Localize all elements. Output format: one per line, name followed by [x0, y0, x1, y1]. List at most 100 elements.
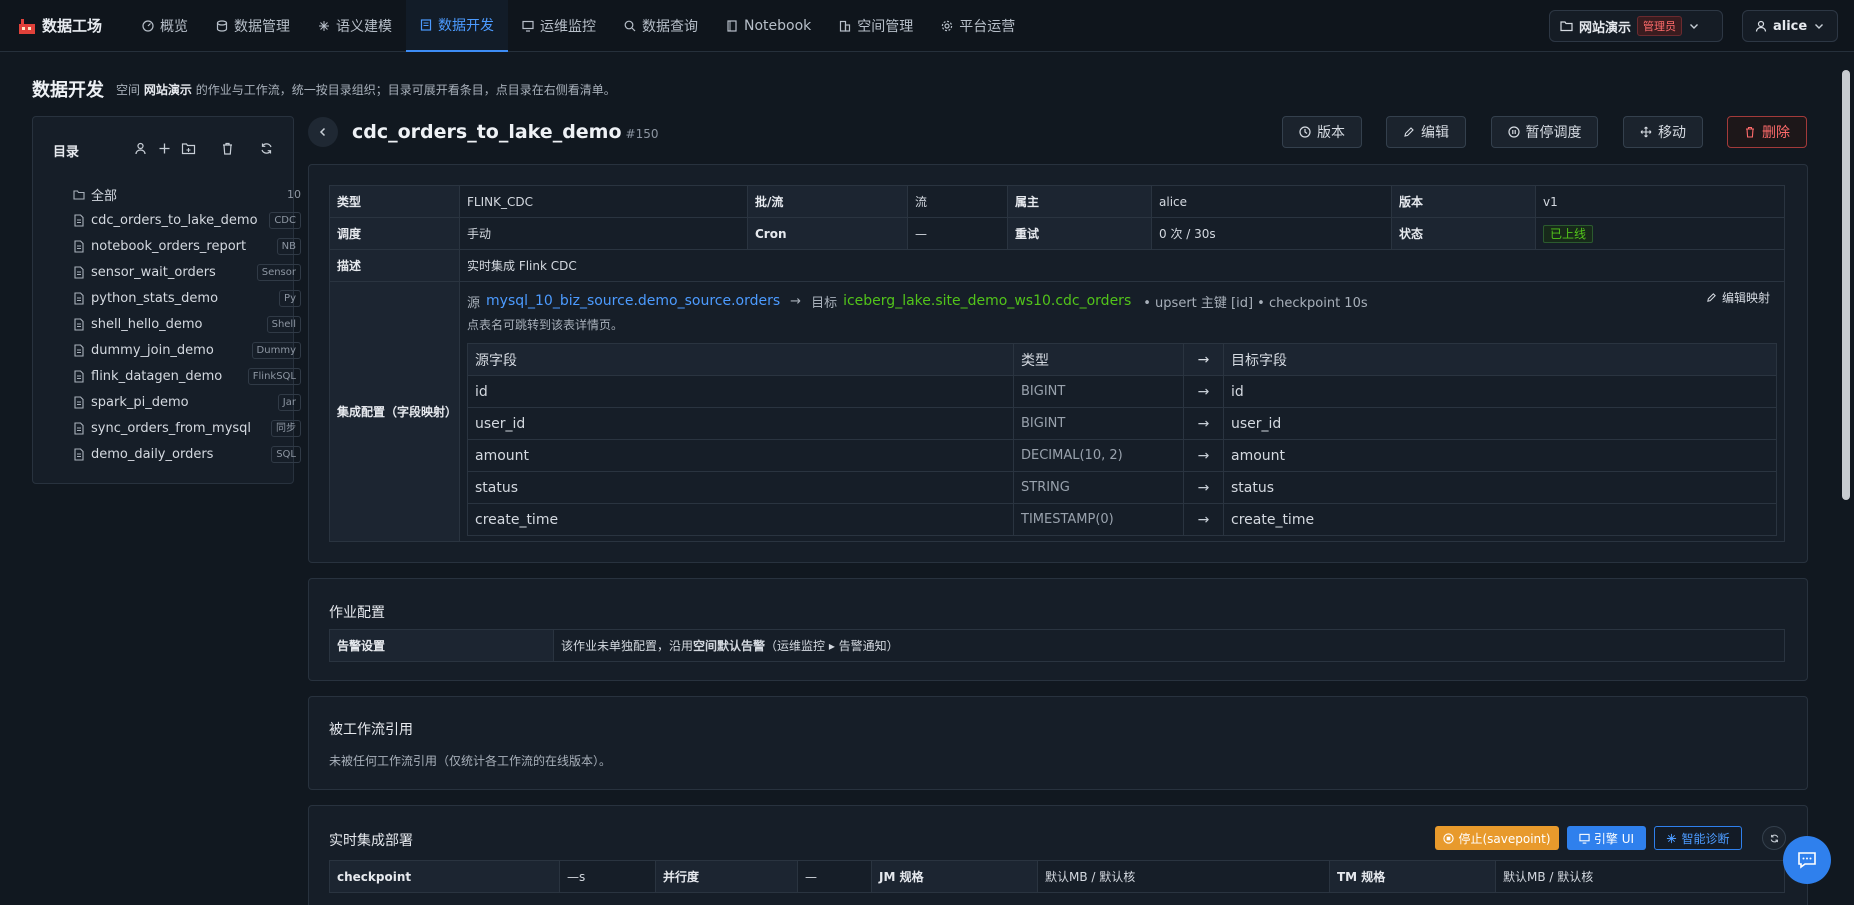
- arrow: →: [790, 293, 802, 309]
- version-button[interactable]: 版本: [1282, 116, 1362, 148]
- plus-icon[interactable]: [157, 141, 172, 156]
- tree-item-label: sync_orders_from_mysql: [91, 420, 252, 436]
- target-table-link[interactable]: iceberg_lake.site_demo_ws10.cdc_orders: [843, 293, 1131, 309]
- field-label: 描述: [329, 249, 460, 282]
- brand[interactable]: 数据工场: [0, 15, 128, 36]
- nav-item-overview[interactable]: 概览: [128, 0, 202, 52]
- button-label: 版本: [1317, 125, 1345, 141]
- scrollbar-thumb[interactable]: [1842, 70, 1850, 500]
- gauge-icon: [142, 19, 154, 32]
- refresh-button[interactable]: [1762, 826, 1786, 850]
- card-title: 被工作流引用: [329, 722, 413, 738]
- pencil-icon: [1404, 127, 1414, 137]
- deploy-table: checkpoint —s 并行度 — JM 规格 默认MB / 默认核 TM …: [329, 860, 1785, 893]
- field-label: checkpoint: [329, 860, 560, 893]
- pencil-icon: [1707, 293, 1716, 302]
- nav-item-data-development[interactable]: 数据开发: [406, 0, 508, 52]
- stop-savepoint-button[interactable]: 停止(savepoint): [1435, 826, 1559, 850]
- source-field: status: [467, 471, 1014, 504]
- column-header: →: [1183, 343, 1224, 376]
- field-value: alice: [1151, 185, 1392, 218]
- button-label: 停止(savepoint): [1458, 831, 1551, 846]
- nav-item-ops-monitor[interactable]: 运维监控: [508, 0, 610, 52]
- nav-item-data-query[interactable]: 数据查询: [610, 0, 712, 52]
- target-label: 目标: [811, 295, 838, 311]
- nav-label: 数据查询: [642, 18, 698, 35]
- field-label: JM 规格: [871, 860, 1038, 893]
- chevron-down-icon: [1690, 24, 1699, 29]
- file-icon: [74, 421, 84, 435]
- nav-item-platform-ops[interactable]: 平台运营: [927, 0, 1029, 52]
- tree-item[interactable]: spark_pi_demo Jar: [73, 389, 301, 415]
- folder-add-icon[interactable]: [181, 141, 196, 156]
- back-button[interactable]: [308, 117, 338, 147]
- target-field: create_time: [1223, 503, 1777, 536]
- tree-item-label: 全部: [91, 188, 118, 204]
- button-label: 编辑: [1421, 125, 1449, 141]
- job-type-tag: SQL: [271, 445, 301, 463]
- refresh-icon[interactable]: [259, 141, 274, 156]
- move-button[interactable]: 移动: [1623, 116, 1703, 148]
- nav-item-semantic-modeling[interactable]: 语义建模: [304, 0, 406, 52]
- file-icon: [74, 369, 84, 383]
- catalog-tree: 全部 10 cdc_orders_to_lake_demo CDC notebo…: [73, 181, 301, 467]
- user-menu[interactable]: alice: [1742, 10, 1838, 42]
- nav-item-data-management[interactable]: 数据管理: [202, 0, 304, 52]
- field-label: 集成配置（字段映射）: [329, 281, 460, 542]
- chevron-left-icon: [319, 127, 326, 137]
- delete-button[interactable]: 删除: [1727, 116, 1807, 148]
- column-header: 目标字段: [1223, 343, 1777, 376]
- catalog-sidebar: 目录 全部 10 cdc_orders_to_lake_demo CDC not…: [32, 116, 301, 484]
- button-label: 智能诊断: [1681, 831, 1730, 846]
- smart-diagnose-button[interactable]: 智能诊断: [1654, 826, 1742, 850]
- folder-icon: [1560, 21, 1573, 32]
- table-row: status STRING → status: [467, 471, 1777, 504]
- table-row: create_time TIMESTAMP(0) → create_time: [467, 503, 1777, 536]
- tree-item[interactable]: python_stats_demo Py: [73, 285, 301, 311]
- nav-item-notebook[interactable]: Notebook: [712, 0, 825, 52]
- chat-assistant-button[interactable]: [1783, 836, 1831, 884]
- notebook-icon: [727, 19, 737, 32]
- nav-label: 运维监控: [540, 18, 596, 35]
- file-icon: [74, 343, 84, 357]
- field-label: 重试: [1007, 217, 1152, 250]
- user-icon[interactable]: [133, 141, 148, 156]
- tree-item[interactable]: shell_hello_demo Shell: [73, 311, 301, 337]
- field-type: BIGINT: [1013, 407, 1184, 440]
- tree-item[interactable]: flink_datagen_demo FlinkSQL: [73, 363, 301, 389]
- user-icon: [1755, 20, 1767, 32]
- nav-item-space-management[interactable]: 空间管理: [825, 0, 927, 52]
- tree-item[interactable]: dummy_join_demo Dummy: [73, 337, 301, 363]
- tree-item-label: cdc_orders_to_lake_demo: [91, 212, 258, 228]
- tree-item-label: demo_daily_orders: [91, 446, 214, 462]
- arrow: →: [1183, 439, 1224, 472]
- job-config-card: 作业配置 告警设置 该作业未单独配置，沿用空间默认告警（运维监控 ▸ 告警通知）: [308, 578, 1808, 681]
- trash-icon[interactable]: [220, 141, 235, 156]
- tree-item[interactable]: sensor_wait_orders Sensor: [73, 259, 301, 285]
- edit-button[interactable]: 编辑: [1386, 116, 1466, 148]
- file-icon: [74, 213, 84, 227]
- tree-item-all[interactable]: 全部 10: [73, 181, 301, 207]
- edit-mapping-button[interactable]: 编辑映射: [1706, 289, 1770, 306]
- tree-item[interactable]: sync_orders_from_mysql 同步: [73, 415, 301, 441]
- page-scrollbar[interactable]: [1841, 66, 1851, 905]
- tree-item[interactable]: notebook_orders_report NB: [73, 233, 301, 259]
- field-label: 属主: [1007, 185, 1152, 218]
- move-arrows-icon: [1640, 126, 1652, 138]
- job-name: cdc_orders_to_lake_demo: [352, 121, 622, 143]
- field-label: 类型: [329, 185, 460, 218]
- subtitle-space: 网站演示: [143, 83, 192, 97]
- field-value: 已上线: [1535, 217, 1785, 250]
- tree-item[interactable]: cdc_orders_to_lake_demo CDC: [73, 207, 301, 233]
- space-selector[interactable]: 网站演示 管理员: [1549, 10, 1723, 42]
- pause-schedule-button[interactable]: 暂停调度: [1491, 116, 1598, 148]
- alert-setting-value: 该作业未单独配置，沿用空间默认告警（运维监控 ▸ 告警通知）: [553, 629, 1785, 662]
- engine-ui-button[interactable]: 引擎 UI: [1567, 826, 1646, 850]
- field-value: 0 次 / 30s: [1151, 217, 1392, 250]
- sparkle-icon: [319, 20, 329, 31]
- field-value: —s: [559, 860, 656, 893]
- nav-label: Notebook: [744, 17, 812, 34]
- code-file-icon: [420, 18, 432, 31]
- tree-item[interactable]: demo_daily_orders SQL: [73, 441, 301, 467]
- source-table-link[interactable]: mysql_10_biz_source.demo_source.orders: [486, 293, 780, 309]
